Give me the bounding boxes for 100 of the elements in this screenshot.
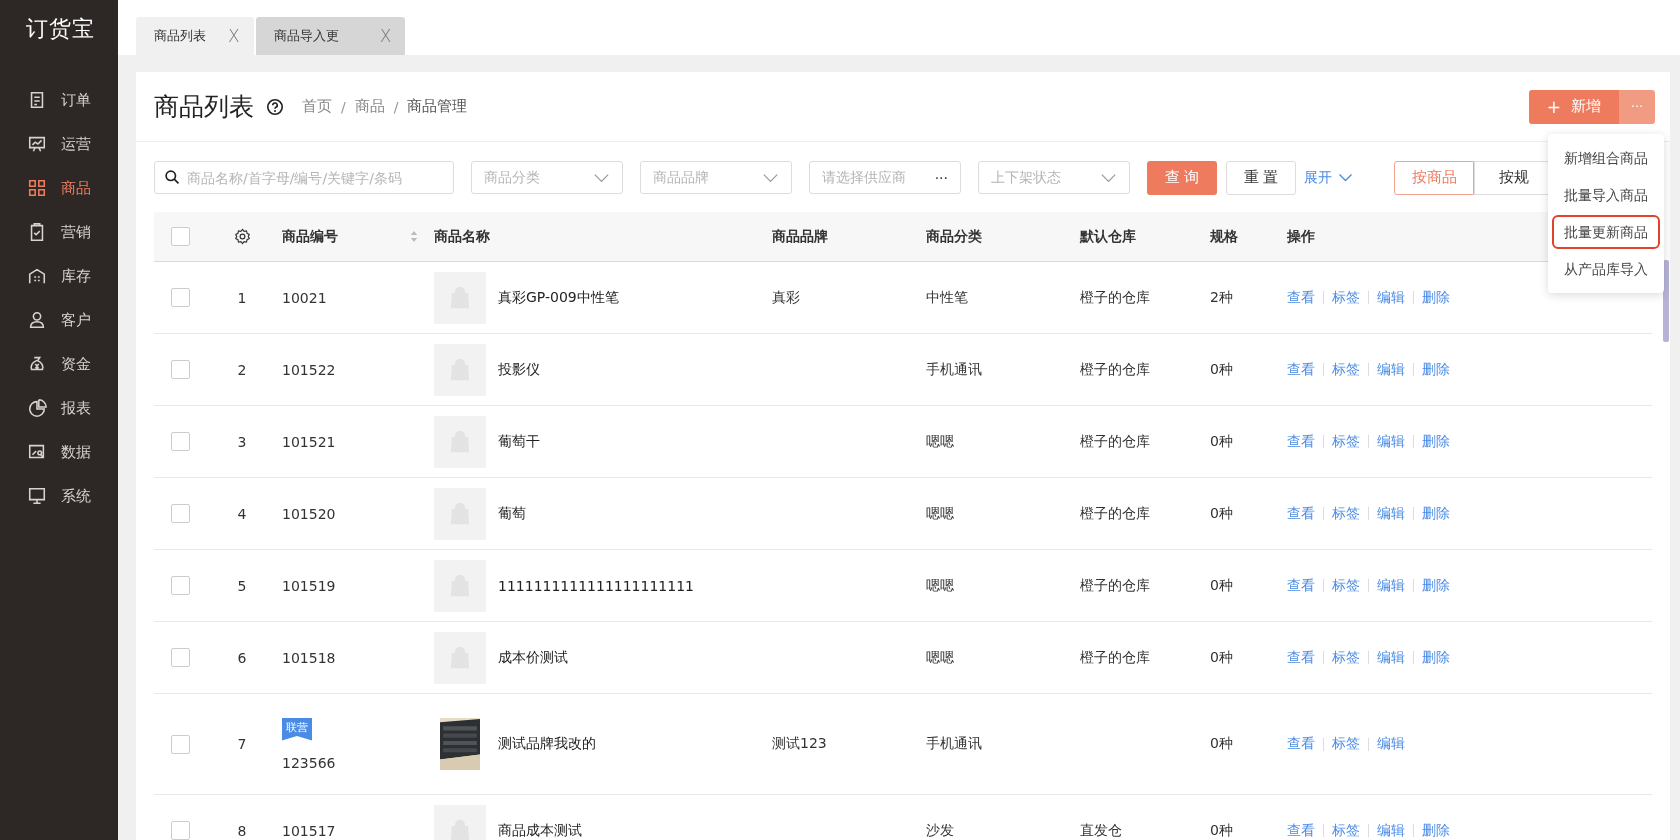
- checkbox[interactable]: [170, 288, 190, 307]
- page-tab[interactable]: 商品导入更 X: [255, 17, 406, 55]
- sidebar-item[interactable]: 订单: [0, 78, 91, 122]
- image-placeholder-icon: [434, 343, 486, 396]
- action-link[interactable]: 查看: [1287, 576, 1315, 595]
- menu-item[interactable]: 批量导入商品: [1552, 178, 1660, 212]
- action-link[interactable]: 查看: [1287, 432, 1315, 451]
- table-cell: 0种: [1210, 648, 1233, 667]
- breadcrumb-link[interactable]: 商品: [354, 97, 385, 116]
- chevron-down-icon: [1100, 172, 1117, 183]
- action-link[interactable]: 查看: [1287, 360, 1315, 379]
- sidebar-item[interactable]: 数据: [0, 430, 91, 474]
- sidebar-item[interactable]: 营销: [0, 210, 91, 254]
- add-button[interactable]: + 新增: [1528, 89, 1619, 124]
- action-link[interactable]: 查看: [1287, 504, 1315, 523]
- sidebar-item[interactable]: 客户: [0, 298, 91, 342]
- select-field[interactable]: 商品分类: [471, 161, 623, 194]
- select-field[interactable]: 请选择供应商 ···: [809, 161, 961, 194]
- action-link[interactable]: 编辑: [1377, 735, 1405, 753]
- table-cell: 橙子的仓库: [1080, 432, 1150, 451]
- close-icon[interactable]: X: [228, 26, 240, 46]
- action-link[interactable]: 标签: [1332, 288, 1360, 307]
- action-link[interactable]: 删除: [1422, 821, 1450, 840]
- menu-item-icon: [27, 266, 47, 286]
- checkbox[interactable]: [170, 504, 190, 523]
- table-cell: 101517: [282, 822, 336, 839]
- action-link[interactable]: 标签: [1332, 360, 1360, 379]
- table-cell: 橙子的仓库: [1080, 648, 1150, 667]
- action-link[interactable]: 编辑: [1377, 648, 1405, 667]
- action-link[interactable]: 查看: [1287, 735, 1315, 753]
- action-link[interactable]: 删除: [1422, 432, 1450, 451]
- action-link[interactable]: 标签: [1332, 821, 1360, 840]
- checkbox[interactable]: [170, 227, 190, 246]
- checkbox[interactable]: [170, 432, 190, 451]
- action-link[interactable]: 编辑: [1377, 288, 1405, 307]
- action-link[interactable]: 标签: [1332, 735, 1360, 753]
- action-link[interactable]: 编辑: [1377, 821, 1405, 840]
- sidebar-item[interactable]: 运营: [0, 122, 91, 166]
- action-link[interactable]: 查看: [1287, 648, 1315, 667]
- settings-icon[interactable]: [232, 227, 252, 246]
- table-cell: 测试品牌我改的: [498, 735, 596, 753]
- action-link[interactable]: 编辑: [1377, 576, 1405, 595]
- action-link[interactable]: 标签: [1332, 576, 1360, 595]
- action-link[interactable]: 删除: [1422, 648, 1450, 667]
- action-link[interactable]: 标签: [1332, 648, 1360, 667]
- table-cell: 投影仪: [498, 360, 540, 379]
- query-button[interactable]: 查 询: [1147, 160, 1217, 195]
- scrollbar[interactable]: [1663, 260, 1669, 342]
- breadcrumb-separator: /: [341, 98, 346, 115]
- more-button[interactable]: ···: [1619, 89, 1655, 124]
- sidebar-item[interactable]: 商品: [0, 166, 91, 210]
- menu-item[interactable]: 批量更新商品: [1552, 215, 1660, 249]
- menu-item-icon: [27, 178, 47, 198]
- action-link[interactable]: 查看: [1287, 821, 1315, 840]
- sort-icon[interactable]: [410, 230, 418, 243]
- action-link[interactable]: 编辑: [1377, 504, 1405, 523]
- checkbox[interactable]: [170, 648, 190, 667]
- row-number: 1: [237, 289, 247, 306]
- table-cell: 商品成本测试: [498, 821, 582, 840]
- sidebar-item[interactable]: 报表: [0, 386, 91, 430]
- action-link[interactable]: 标签: [1332, 504, 1360, 523]
- action-link[interactable]: 删除: [1422, 288, 1450, 307]
- image-placeholder-icon: [434, 487, 486, 540]
- action-link[interactable]: 删除: [1422, 504, 1450, 523]
- action-link[interactable]: 删除: [1422, 360, 1450, 379]
- menu-item-icon: [27, 134, 47, 154]
- sidebar-item[interactable]: 资金: [0, 342, 91, 386]
- checkbox[interactable]: [170, 360, 190, 379]
- table-cell: 直发仓: [1080, 821, 1122, 840]
- action-link[interactable]: 编辑: [1377, 432, 1405, 451]
- checkbox[interactable]: [170, 576, 190, 595]
- sidebar-item[interactable]: 库存: [0, 254, 91, 298]
- checkbox[interactable]: [170, 734, 190, 754]
- reset-button[interactable]: 重 置: [1226, 160, 1296, 195]
- checkbox[interactable]: [170, 821, 190, 840]
- table-cell: 橙子的仓库: [1080, 504, 1150, 523]
- logo: 订货宝: [25, 15, 95, 43]
- select-field[interactable]: 商品品牌: [640, 161, 792, 194]
- action-link[interactable]: 删除: [1422, 576, 1450, 595]
- view-toggle[interactable]: 按商品: [1394, 160, 1474, 195]
- column-header: 默认仓库: [1080, 227, 1136, 246]
- table-cell: 葡萄干: [498, 432, 540, 451]
- menu-item[interactable]: 新增组合商品: [1552, 141, 1660, 175]
- help-icon[interactable]: [266, 97, 284, 116]
- page-tab[interactable]: 商品列表 X: [136, 17, 254, 55]
- chevron-down-icon: [1338, 173, 1353, 182]
- table-cell: 0种: [1210, 504, 1233, 523]
- search-field[interactable]: 商品名称/首字母/编号/关键字/条码: [154, 161, 454, 194]
- action-link[interactable]: 标签: [1332, 432, 1360, 451]
- menu-item[interactable]: 从产品库导入: [1552, 252, 1660, 286]
- table-cell: 橙子的仓库: [1080, 288, 1150, 307]
- menu-item-icon: [27, 398, 47, 418]
- table-cell: 橙子的仓库: [1080, 360, 1150, 379]
- breadcrumb-link[interactable]: 首页: [302, 97, 332, 116]
- select-field[interactable]: 上下架状态: [978, 161, 1130, 194]
- expand-link[interactable]: 展开: [1304, 168, 1353, 187]
- action-link[interactable]: 编辑: [1377, 360, 1405, 379]
- close-icon[interactable]: X: [379, 26, 392, 46]
- action-link[interactable]: 查看: [1287, 288, 1315, 307]
- sidebar-item[interactable]: 系统: [0, 474, 91, 518]
